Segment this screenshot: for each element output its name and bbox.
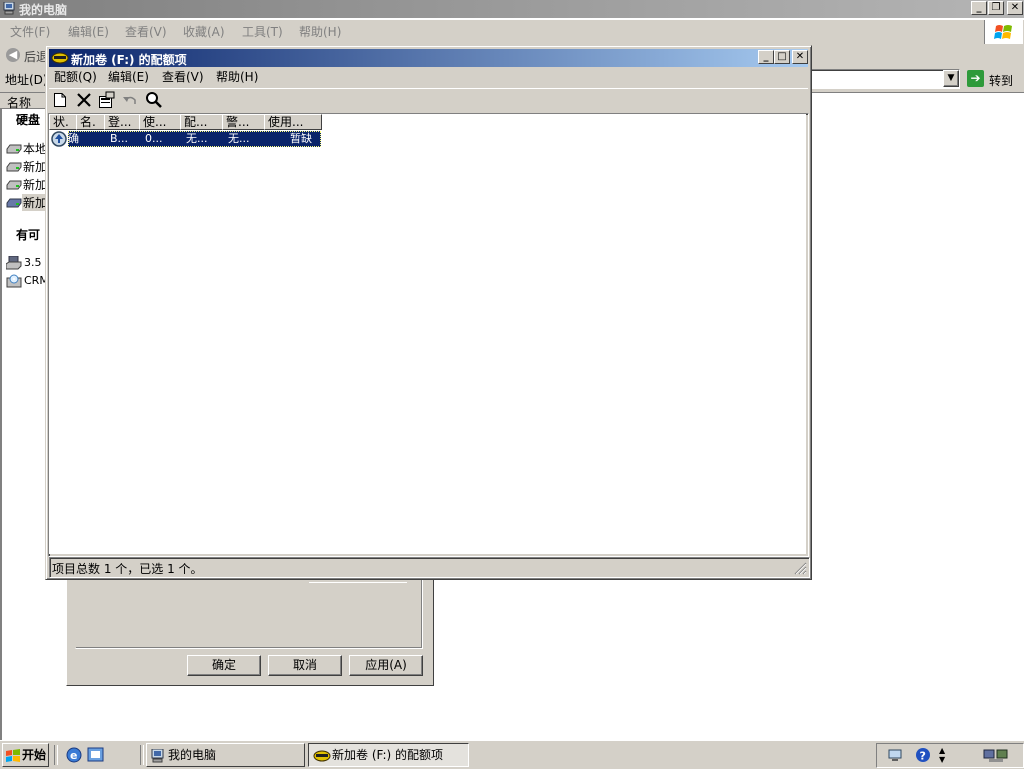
svg-text:?: ? [920, 750, 926, 763]
section-removable-storage: 有可 [16, 228, 41, 242]
menu-edit[interactable]: 编辑(E) [108, 67, 149, 87]
new-entry-icon[interactable] [53, 92, 67, 111]
computer-icon [151, 748, 165, 770]
drive-item-label[interactable]: 新加 [23, 176, 47, 193]
drive-item-label[interactable]: 本地 [23, 140, 47, 157]
resize-grip-icon[interactable] [794, 562, 807, 578]
maximize-button[interactable]: □ [774, 50, 790, 64]
minimize-button[interactable]: _ [758, 50, 774, 64]
cancel-button[interactable]: 取消 [268, 655, 342, 676]
address-dropdown-button[interactable]: ▼ [943, 70, 959, 87]
explorer-title-bar[interactable]: 我的电脑 _ ❐ ✕ [0, 0, 1024, 18]
quota-icon [51, 51, 69, 68]
ok-button[interactable]: 确定 [187, 655, 261, 676]
column-percent-used[interactable]: 使用... [264, 114, 322, 130]
close-button[interactable]: ✕ [1007, 1, 1023, 15]
restore-button[interactable]: ❐ [988, 1, 1004, 15]
undo-icon[interactable] [122, 93, 138, 110]
explorer-menu-bar: 文件(F) 编辑(E) 查看(V) 收藏(A) 工具(T) 帮助(H) [0, 20, 1024, 45]
column-quota-limit[interactable]: 配... [180, 114, 223, 130]
floppy-drive-icon [5, 255, 22, 273]
drive-icon [6, 161, 22, 175]
status-ok-icon [50, 130, 68, 151]
cell-percent-used: 暂缺 [290, 132, 312, 145]
table-row[interactable]: 确 B... 0... 无... 无... 暂缺 [49, 131, 321, 147]
go-arrow-icon[interactable]: ➔ [967, 70, 984, 87]
menu-help[interactable]: 帮助(H) [299, 22, 341, 42]
scroll-arrows-icon[interactable]: ▲ ▼ [939, 746, 945, 764]
start-button[interactable]: 开始 [2, 743, 49, 767]
menu-favorites[interactable]: 收藏(A) [183, 22, 225, 42]
section-hard-disks: 硬盘 [16, 113, 41, 127]
explorer-title: 我的电脑 [19, 3, 68, 17]
column-amount-used[interactable]: 使... [139, 114, 181, 130]
menu-view[interactable]: 查看(V) [162, 67, 204, 87]
drive-icon [6, 197, 22, 211]
task-my-computer[interactable]: 我的电脑 [146, 743, 305, 767]
quota-icon [313, 748, 331, 770]
column-warning-level[interactable]: 警... [222, 114, 265, 130]
taskbar: 开始 e 我的电脑 新加卷 (F:) 的配额项 ? ▲ ▼ [0, 740, 1024, 769]
quota-toolbar [49, 88, 808, 114]
properties-icon[interactable] [98, 91, 116, 112]
cell-warning-level: 无... [228, 132, 250, 145]
task-label: 新加卷 (F:) 的配额项 [332, 748, 444, 762]
close-button[interactable]: ✕ [792, 50, 808, 64]
menu-help[interactable]: 帮助(H) [216, 67, 258, 87]
task-label: 我的电脑 [168, 748, 217, 762]
drive-icon [6, 179, 22, 193]
column-name[interactable]: 名. [76, 114, 105, 130]
explorer-column-header: 名称 [0, 93, 46, 110]
menu-quota[interactable]: 配额(Q) [54, 67, 97, 87]
windows-logo-icon [984, 20, 1023, 44]
svg-text:e: e [70, 749, 77, 762]
menu-view[interactable]: 查看(V) [125, 22, 167, 42]
system-tray: ? ▲ ▼ [876, 743, 1024, 768]
column-status[interactable]: 状. [49, 114, 77, 130]
list-header-row: 状. 名. 登... 使... 配... 警... 使用... [49, 114, 806, 130]
menu-edit[interactable]: 编辑(E) [68, 22, 109, 42]
start-label: 开始 [22, 748, 47, 762]
menu-file[interactable]: 文件(F) [10, 22, 50, 42]
drive-item-label[interactable]: 新加 [23, 158, 47, 175]
show-desktop-icon[interactable] [87, 746, 105, 767]
column-logon-name[interactable]: 登... [104, 114, 140, 130]
delete-icon[interactable] [76, 92, 92, 111]
network-icon[interactable] [887, 747, 905, 766]
cell-quota-limit: 无... [186, 132, 208, 145]
quota-status-bar: 项目总数 1 个，已选 1 个。 [49, 557, 810, 578]
go-button-label[interactable]: 转到 [989, 72, 1013, 89]
computer-icon [3, 1, 15, 15]
apply-button[interactable]: 应用(A) [349, 655, 423, 676]
quota-entries-list[interactable]: 状. 名. 登... 使... 配... 警... 使用... 确 B... 0… [49, 114, 806, 554]
cell-status: 确 [68, 132, 79, 145]
minimize-button[interactable]: _ [971, 1, 987, 15]
taskbar-separator [140, 745, 144, 765]
cell-logon-name: B... [110, 132, 129, 145]
network-connections-icon[interactable] [983, 747, 1019, 768]
cd-drive-icon [6, 274, 22, 291]
find-icon[interactable] [145, 91, 163, 112]
status-text: 项目总数 1 个，已选 1 个。 [52, 562, 203, 576]
windows-flag-icon [5, 748, 21, 770]
menu-tools[interactable]: 工具(T) [242, 22, 283, 42]
help-icon[interactable]: ? [915, 747, 931, 766]
quota-title-bar[interactable]: 新加卷 (F:) 的配额项 _ □ ✕ [49, 49, 808, 67]
quota-menu-bar: 配额(Q) 编辑(E) 查看(V) 帮助(H) [49, 67, 808, 87]
task-quota-entries[interactable]: 新加卷 (F:) 的配额项 [308, 743, 469, 767]
address-label: 地址(D) [5, 73, 45, 87]
quota-entries-window: 新加卷 (F:) 的配额项 _ □ ✕ 配额(Q) 编辑(E) 查看(V) 帮助… [45, 45, 812, 580]
taskbar-separator [54, 745, 58, 765]
internet-explorer-icon[interactable]: e [65, 746, 83, 767]
drive-icon [6, 143, 22, 157]
address-input[interactable] [810, 69, 960, 89]
floppy-drive-label[interactable]: 3.5 [24, 256, 42, 269]
back-arrow-icon[interactable]: ◀ [6, 48, 20, 62]
cell-amount-used: 0... [145, 132, 163, 145]
quota-window-title: 新加卷 (F:) 的配额项 [71, 53, 187, 67]
